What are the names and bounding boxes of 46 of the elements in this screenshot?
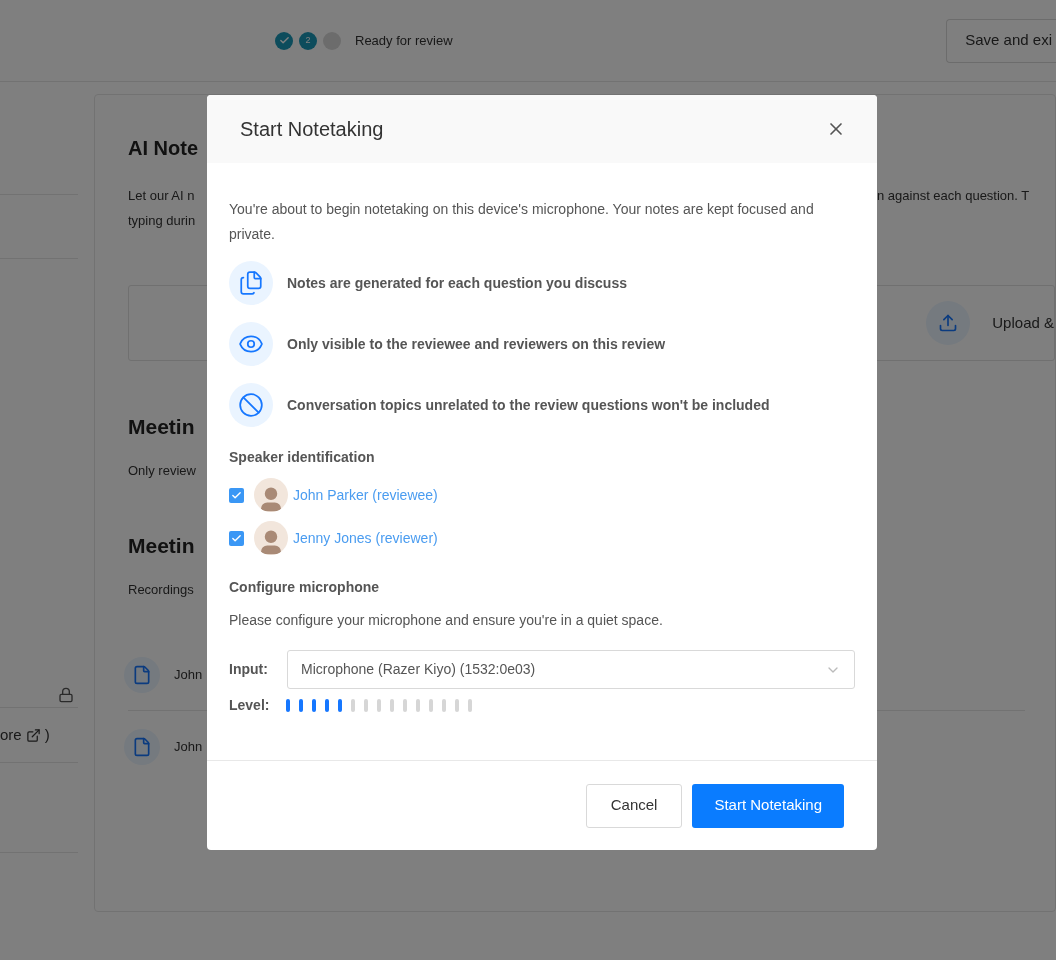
lock-icon [58, 687, 74, 703]
upload-icon [926, 301, 971, 345]
learn-more-link[interactable]: ore [0, 723, 22, 747]
step-number: 2 [299, 31, 317, 50]
intro-text: You're about to begin notetaking on this device's microphone. Your notes are kept focused and private. [229, 200, 815, 244]
prohibited-icon [229, 383, 273, 427]
section-text: Recordings [128, 580, 194, 599]
file-icon [124, 656, 160, 693]
documents-icon [229, 261, 273, 305]
speaker-heading: Speaker identification [229, 448, 376, 467]
microphone-heading: Configure microphone [229, 578, 381, 597]
feature-text: Only visible to the reviewee and reviewers on this review [287, 334, 666, 354]
checkmark-icon [231, 489, 242, 501]
input-label: Input: [229, 660, 269, 679]
avatar [254, 478, 288, 512]
card-title: AI Note [128, 136, 198, 161]
file-name: John [174, 738, 203, 757]
checkmark-icon [231, 532, 242, 544]
microphone-text: Please configure your microphone and ensure you're in a quiet space. [229, 611, 664, 630]
external-link-icon [25, 727, 41, 743]
file-name: John [174, 665, 203, 684]
card-description: n against each question. T [877, 187, 1030, 205]
section-title: Meetin [128, 414, 195, 440]
dialog-title: Start Notetaking [240, 117, 384, 142]
speaker-name[interactable]: John Parker (reviewee) [293, 484, 438, 506]
checkbox[interactable] [229, 530, 244, 546]
card-description: Let our AI n [128, 187, 195, 205]
link-paren: ) [44, 724, 50, 745]
microphone-select[interactable]: Microphone (Razer Kiyo) (1532:0e03) [287, 650, 855, 689]
card-description: typing durin [128, 212, 196, 230]
section-title: Meetin [128, 533, 195, 559]
checkmark-icon [278, 35, 290, 46]
start-notetaking-button[interactable]: Start Notetaking [692, 783, 844, 828]
checkbox[interactable] [229, 487, 244, 503]
feature-text: Notes are generated for each question you discuss [287, 273, 627, 293]
speaker-name[interactable]: Jenny Jones (reviewer) [293, 527, 438, 549]
section-text: Only review [128, 461, 196, 480]
cancel-button[interactable]: Cancel [585, 783, 683, 828]
level-label: Level: [229, 696, 271, 715]
upload-label: Upload & [992, 312, 1054, 333]
eye-icon [229, 322, 273, 366]
step-label: Ready for review [355, 31, 453, 50]
file-icon [124, 729, 160, 765]
save-and-exit-button[interactable]: Save and exi [946, 18, 1056, 63]
avatar [254, 521, 288, 555]
feature-text: Conversation topics unrelated to the review questions won't be included [287, 395, 770, 415]
